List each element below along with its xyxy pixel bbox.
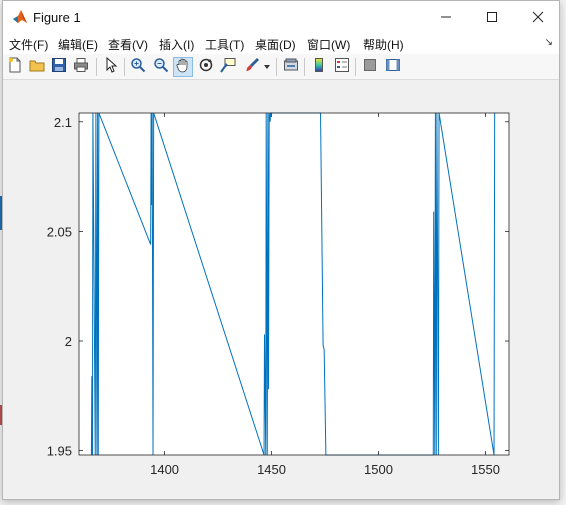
menu-tools[interactable]: 工具(T) [205, 36, 244, 53]
menu-edit[interactable]: 编辑(E) [58, 36, 98, 53]
y-tick-label: 2 [65, 334, 72, 349]
hide-plot-tools-icon [362, 57, 378, 78]
plot-svg: 1400 1450 1500 1550 1.95 2 2.05 2.1 [47, 112, 510, 477]
rotate-3d-icon [198, 57, 214, 78]
brush-dropdown-button[interactable] [262, 57, 272, 77]
toolbar-separator [355, 58, 356, 76]
x-tick-label: 1550 [471, 462, 500, 477]
save-icon [51, 57, 67, 78]
close-button[interactable] [515, 1, 561, 33]
rotate-3d-button[interactable] [196, 57, 216, 77]
menu-help[interactable]: 帮助(H) [363, 36, 404, 53]
dock-arrow-icon[interactable]: ↘ [545, 37, 553, 48]
data-cursor-icon [220, 57, 236, 78]
title-bar[interactable]: Figure 1 [3, 1, 559, 33]
menu-insert[interactable]: 插入(I) [159, 36, 194, 53]
new-figure-icon [7, 57, 23, 78]
pan-icon [175, 57, 191, 78]
pan-button[interactable] [173, 57, 193, 77]
toolbar-separator [124, 58, 125, 76]
window-title: Figure 1 [33, 10, 81, 25]
brush-button[interactable] [242, 57, 262, 77]
menu-desktop[interactable]: 桌面(D) [255, 36, 296, 53]
matlab-logo-icon [12, 9, 28, 25]
menu-file[interactable]: 文件(F) [9, 36, 48, 53]
figure-toolbar [3, 54, 559, 80]
figure-window: Figure 1 文件(F) 编辑(E) 查看(V) 插入(I) 工具(T) 桌… [2, 0, 560, 500]
menu-window[interactable]: 窗口(W) [307, 36, 350, 53]
menu-bar: 文件(F) 编辑(E) 查看(V) 插入(I) 工具(T) 桌面(D) 窗口(W… [3, 33, 559, 54]
x-tick-label: 1450 [257, 462, 286, 477]
maximize-button[interactable] [469, 1, 515, 33]
pointer-icon [103, 56, 119, 78]
link-plot-icon [283, 57, 299, 78]
show-plot-tools-icon [385, 57, 401, 78]
colorbar-button[interactable] [309, 57, 329, 77]
maximize-icon [486, 11, 498, 23]
x-tick-label: 1400 [150, 462, 179, 477]
toolbar-separator [96, 58, 97, 76]
zoom-in-button[interactable] [128, 57, 148, 77]
open-file-icon [29, 57, 45, 78]
zoom-out-button[interactable] [151, 57, 171, 77]
print-button[interactable] [71, 57, 91, 77]
x-tick-label: 1500 [364, 462, 393, 477]
axes-background[interactable] [79, 113, 509, 455]
legend-icon [334, 57, 350, 78]
close-icon [532, 11, 544, 23]
zoom-out-icon [153, 57, 169, 78]
legend-button[interactable] [332, 57, 352, 77]
show-plot-tools-button[interactable] [383, 57, 403, 77]
brush-icon [244, 57, 260, 78]
open-file-button[interactable] [27, 57, 47, 77]
link-plot-button[interactable] [281, 57, 301, 77]
toolbar-separator [276, 58, 277, 76]
minimize-button[interactable] [423, 1, 469, 33]
y-tick-label: 2.1 [54, 115, 72, 130]
menu-view[interactable]: 查看(V) [108, 36, 148, 53]
zoom-in-icon [130, 57, 146, 78]
data-cursor-button[interactable] [218, 57, 238, 77]
chevron-down-icon [263, 58, 271, 76]
hide-plot-tools-button[interactable] [360, 57, 380, 77]
toolbar-separator [304, 58, 305, 76]
minimize-icon [440, 11, 452, 23]
y-tick-label: 2.05 [47, 224, 72, 239]
figure-canvas[interactable]: 1400 1450 1500 1550 1.95 2 2.05 2.1 [3, 80, 559, 499]
pointer-button[interactable] [101, 56, 121, 78]
print-icon [73, 57, 89, 78]
colorbar-icon [311, 57, 327, 78]
save-button[interactable] [49, 57, 69, 77]
y-tick-label: 1.95 [47, 444, 72, 459]
new-figure-button[interactable] [5, 57, 25, 77]
